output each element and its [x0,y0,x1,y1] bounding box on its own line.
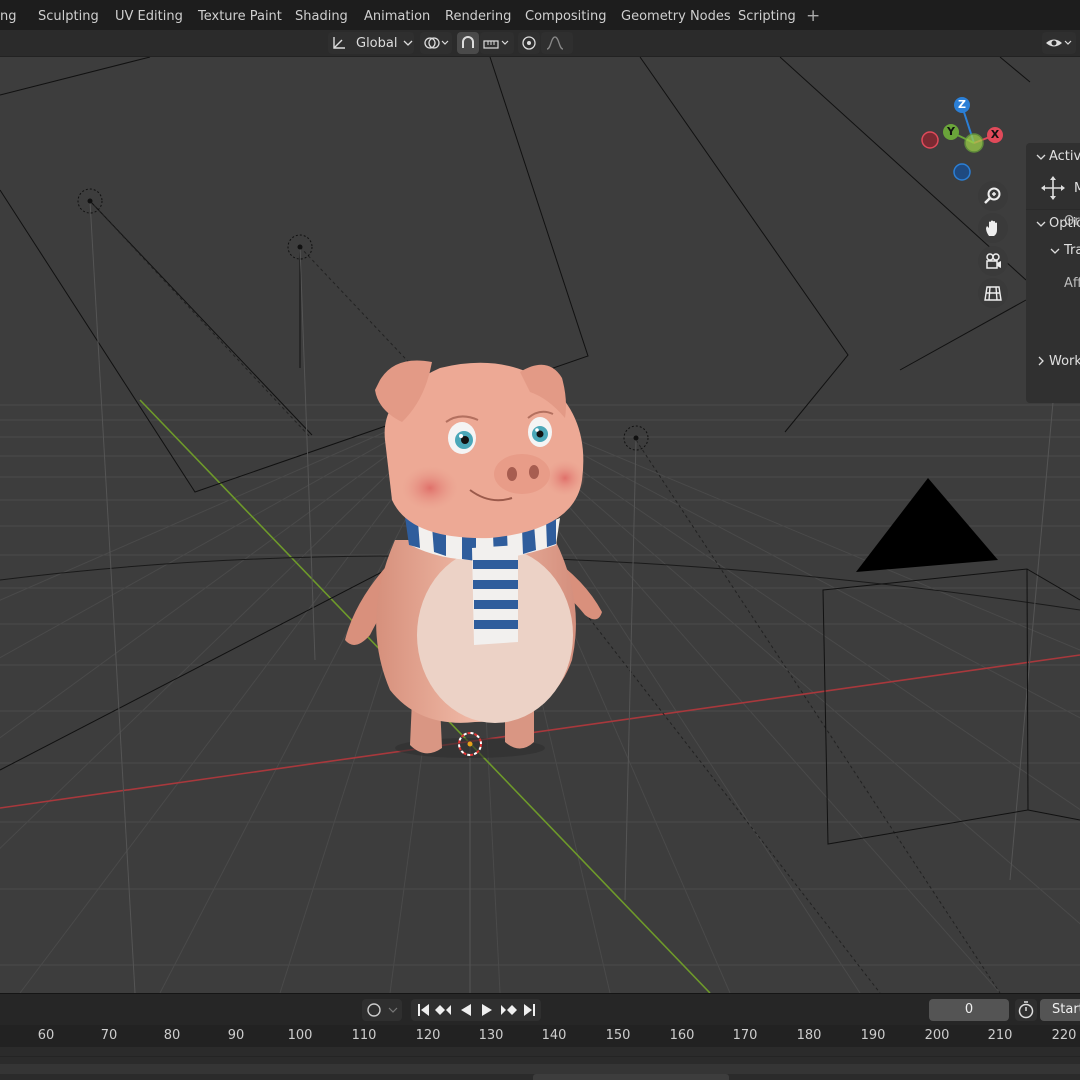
play-icon[interactable] [477,999,497,1021]
transform-subheader[interactable]: Tra [1064,243,1080,258]
scrollbar-handle[interactable] [533,1074,729,1080]
next-keyframe-icon[interactable] [497,999,519,1021]
options-header[interactable]: Optio [1049,216,1080,231]
tab-layout[interactable]: ng [0,0,17,30]
ruler-tick: 120 [415,1028,441,1043]
record-icon [367,1003,398,1017]
navigation-gizmo[interactable]: Z X Y [915,94,1009,188]
tab-compositing[interactable]: Compositing [525,0,607,30]
gizmo-x-axis[interactable]: X [987,127,1003,143]
tab-sculpting[interactable]: Sculpting [38,0,99,30]
transform-orientation-icon [333,37,345,49]
gizmo-z-axis[interactable]: Z [954,97,970,113]
camera-frame [822,568,1080,845]
ruler-tick: 220 [1051,1028,1077,1043]
pivot-icon [424,37,449,49]
timeline-header: 0 Start [0,993,1080,1026]
ruler-tick: 150 [605,1028,631,1043]
tab-rendering[interactable]: Rendering [445,0,511,30]
workspace-tabs-bar: ng Sculpting UV Editing Texture Paint Sh… [0,0,1080,30]
falloff-curve-icon [546,36,564,50]
toggle-ortho-button[interactable] [978,278,1008,308]
viewport-header: Global [0,30,1080,57]
chevron-down-icon [404,40,413,46]
workspace-header[interactable]: Work [1049,354,1080,369]
ruler-tick: 160 [669,1028,695,1043]
ruler-tick: 210 [987,1028,1013,1043]
jump-start-icon[interactable] [413,999,433,1021]
ruler-tick: 190 [860,1028,886,1043]
start-frame-field[interactable]: Start [1040,999,1080,1021]
tab-geometry-nodes[interactable]: Geometry Nodes [621,0,731,30]
ruler-tick: 100 [287,1028,313,1043]
falloff-dropdown[interactable] [541,32,573,54]
play-reverse-icon[interactable] [456,999,476,1021]
ruler-tick: 200 [924,1028,950,1043]
snap-target-dropdown[interactable] [480,32,514,54]
snap-icon [462,36,474,48]
transform-orientation-dropdown[interactable]: Global [328,32,414,54]
zoom-button[interactable] [978,181,1008,211]
pan-button[interactable] [978,213,1008,243]
chevron-down-icon[interactable] [1036,153,1046,161]
ruler-tick: 180 [796,1028,822,1043]
ruler-tick: 140 [541,1028,567,1043]
chevron-down-icon[interactable] [1036,220,1046,228]
snap-increment-icon [483,40,509,49]
keying-dropdown[interactable] [362,999,402,1021]
jump-end-icon[interactable] [520,999,540,1021]
affect-only-label: Aff [1064,276,1080,291]
chevron-down-icon[interactable] [1050,247,1060,255]
ruler-tick: 90 [227,1028,245,1043]
playback-controls [411,999,541,1021]
tab-animation[interactable]: Animation [364,0,430,30]
timeline-track-area[interactable] [0,1047,1080,1080]
ruler-tick: 60 [37,1028,55,1043]
viewport-scene [0,57,1080,993]
visibility-dropdown[interactable] [1042,32,1076,54]
proportional-edit-icon [522,36,536,50]
zoom-icon [984,187,1001,204]
snap-toggle[interactable] [457,32,479,54]
grid-ortho-icon [984,286,1002,301]
orientation-label: Global [356,35,398,51]
3d-viewport[interactable]: Z X Y Active M Ori Optio Tra Aff Work [0,57,1080,993]
add-workspace-button[interactable]: + [806,0,820,30]
tab-scripting[interactable]: Scripting [738,0,796,30]
move-tool-label: M [1074,181,1080,196]
tab-uv-editing[interactable]: UV Editing [115,0,183,30]
auto-keying-toggle[interactable] [1015,999,1037,1021]
ruler-tick: 110 [351,1028,377,1043]
visibility-icon [1046,39,1072,47]
camera-view-icon [986,253,1001,269]
hand-pan-icon [986,220,997,236]
camera-triangle [856,478,998,572]
tab-shading[interactable]: Shading [295,0,348,30]
ruler-tick: 70 [100,1028,118,1043]
ruler-tick: 170 [732,1028,758,1043]
camera-view-button[interactable] [978,246,1008,276]
ruler-tick: 130 [478,1028,504,1043]
timeline-ruler[interactable]: 60 70 80 90 100 110 120 130 140 150 160 … [0,1025,1080,1047]
ruler-tick: 80 [163,1028,181,1043]
tab-texture-paint[interactable]: Texture Paint [198,0,282,30]
move-tool-icon [1041,176,1065,200]
stopwatch-icon [1018,1001,1034,1019]
active-tool-header[interactable]: Active [1049,149,1080,164]
prev-keyframe-icon[interactable] [433,999,455,1021]
proportional-edit-toggle[interactable] [518,32,540,54]
current-frame-field[interactable]: 0 [929,999,1009,1021]
pivot-point-dropdown[interactable] [420,32,452,54]
chevron-right-icon[interactable] [1037,356,1045,366]
gizmo-y-axis[interactable]: Y [943,124,959,140]
